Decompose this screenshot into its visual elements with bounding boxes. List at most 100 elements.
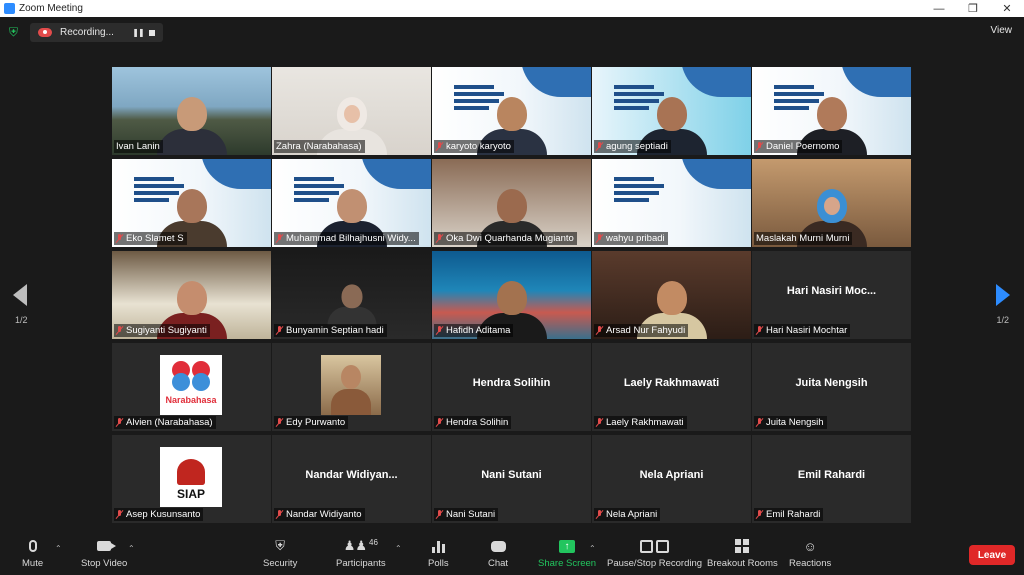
- participant-name-label: Oka Dwi Quarhanda Mugianto: [434, 232, 577, 245]
- participant-tile[interactable]: Nela Apriani Nela Apriani: [592, 435, 751, 523]
- participants-button[interactable]: ♟♟ 46 Participants: [336, 538, 386, 569]
- title-bar: Zoom Meeting — ❐ ✕: [0, 0, 1024, 17]
- cloud-recording-icon: [38, 28, 52, 37]
- participant-tile[interactable]: Daniel Poernomo: [752, 67, 911, 155]
- meeting-top-bar: ⛨ Recording... ❚❚ View: [0, 17, 1024, 47]
- security-button[interactable]: ⛨ Security: [263, 538, 297, 569]
- share-options-chevron-up-icon[interactable]: ⌃: [589, 544, 596, 553]
- participant-name: Bunyamin Septian hadi: [286, 325, 384, 336]
- chat-button[interactable]: Chat: [488, 538, 508, 569]
- participant-name-label: Zahra (Narabahasa): [274, 140, 365, 153]
- participant-tile[interactable]: Eko Slamet S: [112, 159, 271, 247]
- stop-video-button[interactable]: Stop Video: [81, 538, 127, 569]
- participant-name: Muhammad Bilhajhusni Widy...: [286, 233, 416, 244]
- participant-tile[interactable]: Nani Sutani Nani Sutani: [432, 435, 591, 523]
- participant-tile[interactable]: agung septiadi: [592, 67, 751, 155]
- participant-display-name: Emil Rahardi: [797, 469, 866, 481]
- leave-meeting-button[interactable]: Leave: [969, 545, 1015, 565]
- participant-name-label: Nela Apriani: [594, 508, 661, 521]
- participant-tile[interactable]: karyoto karyoto: [432, 67, 591, 155]
- participant-tile[interactable]: Hafidh Aditama: [432, 251, 591, 339]
- participant-name: Alvien (Narabahasa): [126, 417, 213, 428]
- narabahasa-logo: Narabahasa: [160, 355, 222, 415]
- participant-name-label: Daniel Poernomo: [754, 140, 843, 153]
- participant-name-label: Hendra Solihin: [434, 416, 512, 429]
- pause-stop-recording-button[interactable]: Pause/Stop Recording: [607, 538, 702, 569]
- participant-tile[interactable]: Hari Nasiri Moc... Hari Nasiri Mochtar: [752, 251, 911, 339]
- participant-tile[interactable]: wahyu pribadi: [592, 159, 751, 247]
- microphone-muted-icon: [596, 234, 603, 243]
- participant-tile[interactable]: SIAP Asep Kusunsanto: [112, 435, 271, 523]
- view-label: View: [990, 25, 1013, 36]
- participant-name-label: Asep Kusunsanto: [114, 508, 204, 521]
- reactions-button[interactable]: ☺ Reactions: [789, 538, 831, 570]
- polls-button[interactable]: Polls: [428, 538, 449, 569]
- breakout-rooms-button[interactable]: Breakout Rooms: [707, 538, 778, 569]
- share-screen-button[interactable]: ↑ Share Screen: [538, 538, 596, 569]
- participant-name: wahyu pribadi: [606, 233, 665, 244]
- participant-tile[interactable]: Narabahasa Alvien (Narabahasa): [112, 343, 271, 431]
- participant-tile[interactable]: Nandar Widiyan... Nandar Widiyanto: [272, 435, 431, 523]
- participant-name: Maslakah Murni Murni: [756, 233, 850, 244]
- participant-tile[interactable]: Oka Dwi Quarhanda Mugianto: [432, 159, 591, 247]
- stop-recording-icon[interactable]: [145, 29, 159, 36]
- microphone-muted-icon: [276, 418, 283, 427]
- participant-tile[interactable]: Ivan Lanin: [112, 67, 271, 155]
- participant-tile[interactable]: Bunyamin Septian hadi: [272, 251, 431, 339]
- previous-page-arrow-icon[interactable]: [13, 284, 27, 306]
- pause-recording-icon[interactable]: ❚❚: [131, 28, 145, 37]
- minimize-button[interactable]: —: [922, 0, 956, 17]
- participant-name: Oka Dwi Quarhanda Mugianto: [446, 233, 574, 244]
- microphone-muted-icon: [276, 510, 283, 519]
- participants-options-chevron-up-icon[interactable]: ⌃: [395, 544, 402, 553]
- participant-tile[interactable]: Edy Purwanto: [272, 343, 431, 431]
- participant-display-name: Nela Apriani: [639, 469, 704, 481]
- participant-name: Hafidh Aditama: [446, 325, 511, 336]
- participant-name-label: Bunyamin Septian hadi: [274, 324, 387, 337]
- participant-name-label: Hafidh Aditama: [434, 324, 514, 337]
- participant-name-label: wahyu pribadi: [594, 232, 668, 245]
- page-indicator-right: 1/2: [996, 315, 1009, 325]
- participant-tile[interactable]: Juita Nengsih Juita Nengsih: [752, 343, 911, 431]
- participant-name-label: Nani Sutani: [434, 508, 499, 521]
- polls-icon: [431, 540, 445, 553]
- reactions-emoji-icon: ☺: [803, 538, 817, 554]
- participant-display-name: Laely Rakhmawati: [623, 377, 720, 389]
- security-shield-icon[interactable]: ⛨: [9, 26, 21, 39]
- video-options-chevron-up-icon[interactable]: ⌃: [128, 544, 135, 553]
- audio-options-chevron-up-icon[interactable]: ⌃: [55, 544, 62, 553]
- microphone-muted-icon: [436, 234, 443, 243]
- breakout-rooms-icon: [735, 539, 750, 553]
- participant-name: Emil Rahardi: [766, 509, 821, 520]
- participant-name: Ivan Lanin: [116, 141, 160, 152]
- participant-name: Arsad Nur Fahyudi: [606, 325, 686, 336]
- zoom-app-icon: [4, 3, 15, 14]
- recording-label: Recording...: [60, 27, 114, 38]
- participant-tile[interactable]: Sugiyanti Sugiyanti: [112, 251, 271, 339]
- participant-tile[interactable]: Muhammad Bilhajhusni Widy...: [272, 159, 431, 247]
- microphone-muted-icon: [116, 510, 123, 519]
- maximize-button[interactable]: ❐: [956, 0, 990, 17]
- participant-tile[interactable]: Laely Rakhmawati Laely Rakhmawati: [592, 343, 751, 431]
- participants-icon: ♟♟: [343, 538, 368, 553]
- microphone-muted-icon: [436, 510, 443, 519]
- microphone-muted-icon: [756, 326, 763, 335]
- next-page-arrow-icon[interactable]: [996, 284, 1010, 306]
- microphone-muted-icon: [436, 418, 443, 427]
- microphone-muted-icon: [276, 234, 283, 243]
- view-button[interactable]: View: [991, 25, 1013, 36]
- participant-tile[interactable]: Hendra Solihin Hendra Solihin: [432, 343, 591, 431]
- participant-tile[interactable]: Arsad Nur Fahyudi: [592, 251, 751, 339]
- participant-tile[interactable]: Maslakah Murni Murni: [752, 159, 911, 247]
- microphone-muted-icon: [756, 418, 763, 427]
- participant-name-label: Muhammad Bilhajhusni Widy...: [274, 232, 419, 245]
- participant-video-figure: [156, 97, 227, 155]
- close-window-button[interactable]: ✕: [990, 0, 1024, 17]
- recording-indicator: Recording... ❚❚: [30, 23, 163, 42]
- participant-name-label: karyoto karyoto: [434, 140, 514, 153]
- participant-tile[interactable]: Emil Rahardi Emil Rahardi: [752, 435, 911, 523]
- microphone-muted-icon: [596, 142, 603, 151]
- participant-tile[interactable]: Zahra (Narabahasa): [272, 67, 431, 155]
- microphone-muted-icon: [116, 418, 123, 427]
- mute-button[interactable]: Mute: [22, 538, 43, 569]
